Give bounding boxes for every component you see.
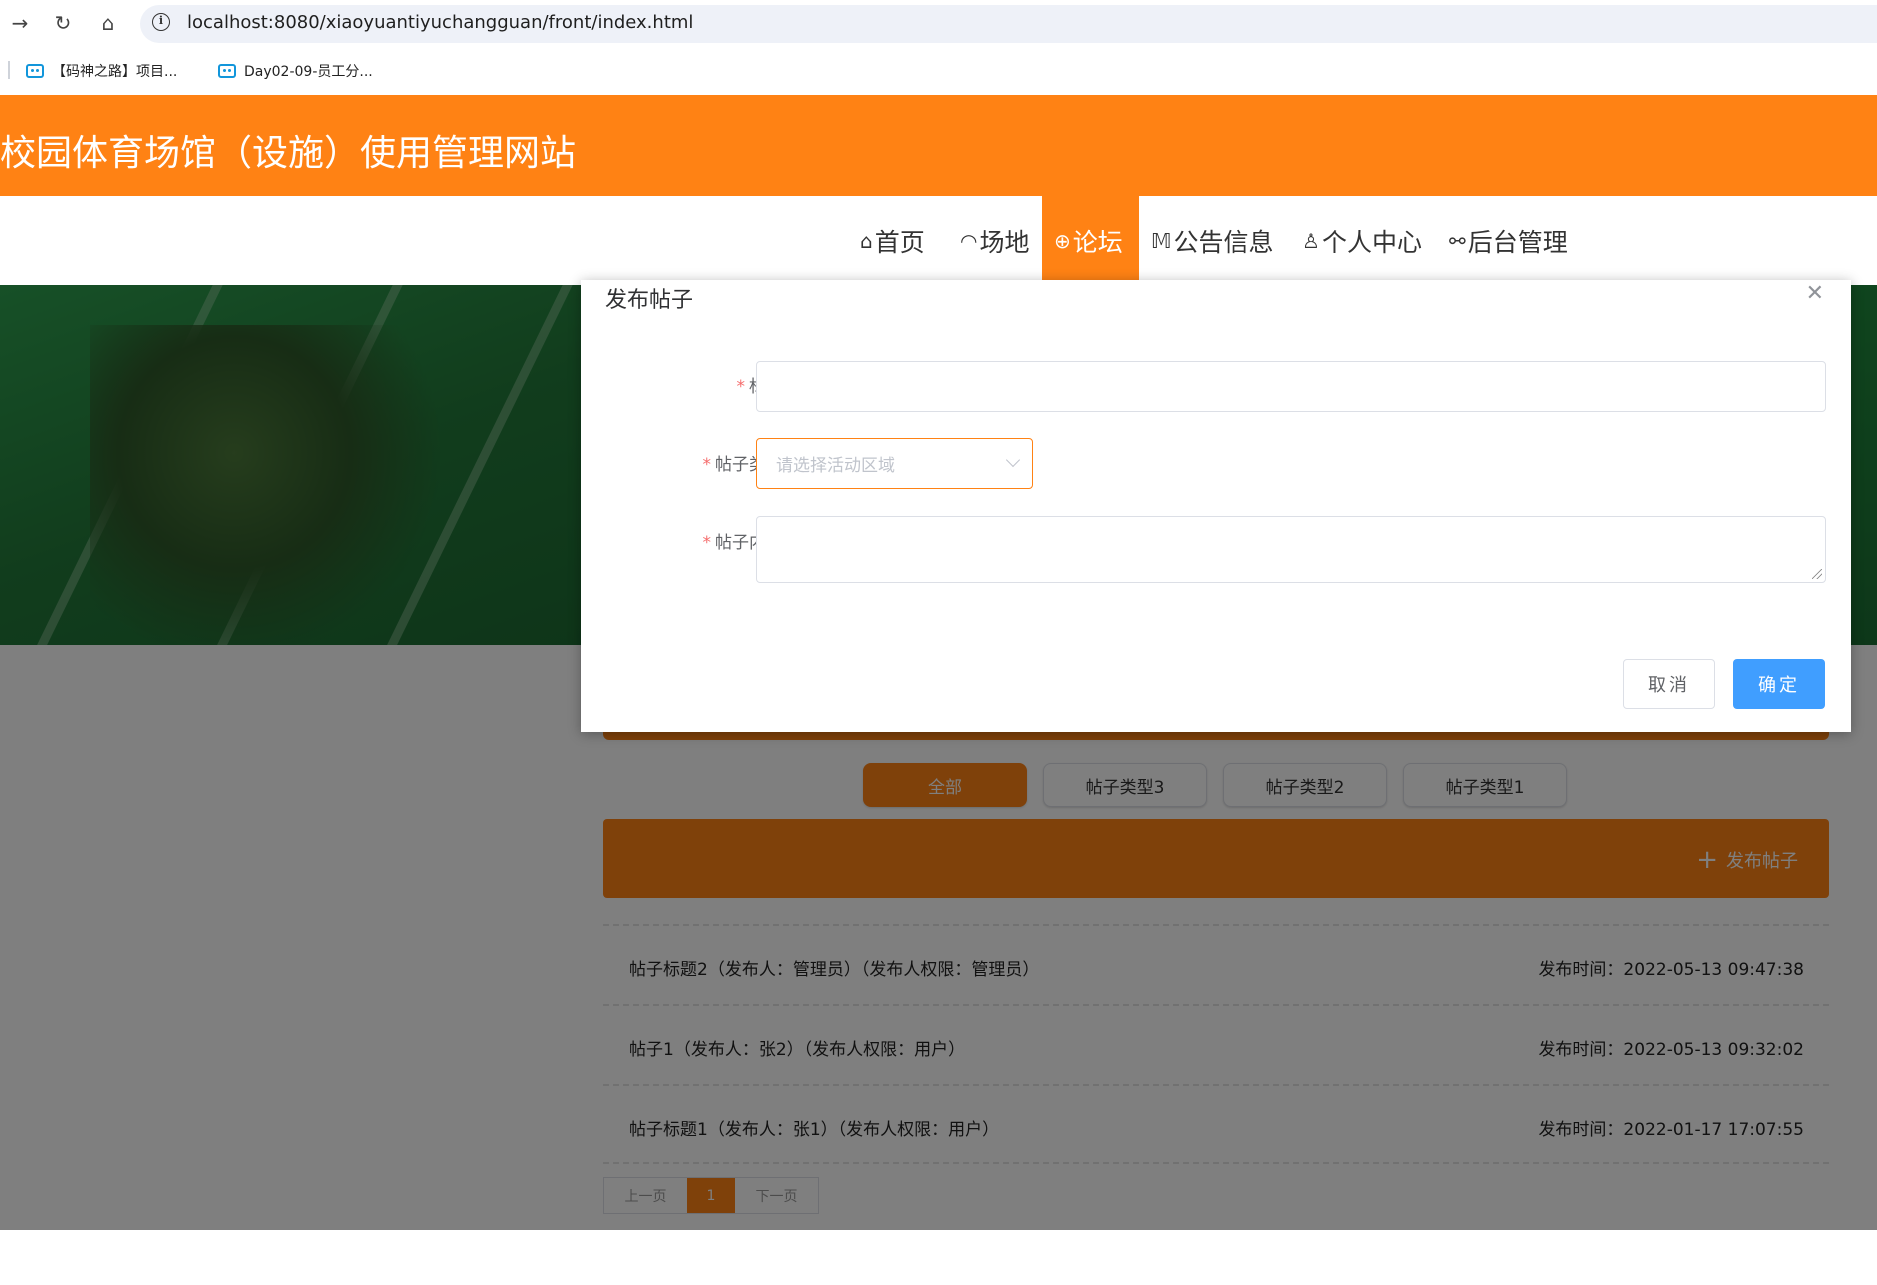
book-icon: 𝕄 — [1151, 228, 1172, 253]
reload-icon[interactable]: ↻ — [50, 10, 76, 36]
site-info-icon[interactable]: i — [152, 13, 170, 31]
url-text[interactable]: localhost:8080/xiaoyuantiyuchangguan/fro… — [187, 12, 693, 33]
nav-label: 场地 — [979, 227, 1030, 257]
bookmark-item[interactable]: Day02-09-员工分... — [218, 61, 373, 81]
bookmarks-bar: 【码神之路】项目... Day02-09-员工分... — [0, 47, 1877, 95]
confirm-button[interactable]: 确定 — [1733, 659, 1825, 709]
publish-post-dialog: 发布帖子 ✕ *标题 *帖子类型 请选择活动区域 *帖子内容 取消 确定 — [581, 280, 1851, 732]
back-icon[interactable]: → — [7, 10, 33, 36]
globe-icon: ⊕ — [1054, 228, 1071, 253]
nav-label: 首页 — [874, 227, 925, 257]
required-mark: * — [702, 533, 712, 553]
nav-item-home[interactable]: ⌂ 首页 — [860, 196, 925, 285]
home-icon: ⌂ — [860, 228, 873, 253]
bookmark-item[interactable]: 【码神之路】项目... — [26, 61, 177, 81]
home-button-icon[interactable]: ⌂ — [95, 10, 121, 36]
bookmarks-separator — [8, 61, 10, 79]
close-icon[interactable]: ✕ — [1806, 281, 1824, 306]
title-input[interactable] — [756, 361, 1826, 412]
nav-label: 后台管理 — [1467, 227, 1568, 257]
cancel-button[interactable]: 取消 — [1623, 659, 1715, 709]
nav-item-admin[interactable]: ⚯ 后台管理 — [1449, 196, 1568, 285]
chevron-down-icon — [1005, 452, 1021, 468]
main-nav — [0, 196, 1877, 285]
link-icon: ⚯ — [1449, 228, 1466, 253]
nav-item-profile[interactable]: ♙ 个人中心 — [1302, 196, 1422, 285]
dialog-title: 发布帖子 — [605, 288, 694, 313]
nav-item-notice[interactable]: 𝕄 公告信息 — [1151, 196, 1274, 285]
browser-toolbar: → ↻ ⌂ i localhost:8080/xiaoyuantiyuchang… — [0, 0, 1877, 47]
bookmark-label: Day02-09-员工分... — [244, 64, 373, 80]
bilibili-icon — [218, 64, 236, 78]
post-type-select[interactable]: 请选择活动区域 — [756, 438, 1033, 489]
bilibili-icon — [26, 64, 44, 78]
nav-label: 公告信息 — [1173, 227, 1274, 257]
site-title: 校园体育场馆（设施）使用管理网站 — [0, 133, 577, 174]
gauge-icon: ◠ — [960, 228, 978, 253]
nav-label: 个人中心 — [1321, 227, 1422, 257]
bookmark-label: 【码神之路】项目... — [52, 64, 178, 80]
content-textarea[interactable] — [756, 516, 1826, 583]
nav-item-forum[interactable]: ⊕ 论坛 — [1042, 196, 1139, 285]
user-icon: ♙ — [1302, 228, 1320, 253]
nav-label: 论坛 — [1072, 227, 1123, 257]
required-mark: * — [702, 455, 712, 475]
resize-handle-icon[interactable] — [1812, 569, 1822, 579]
select-placeholder: 请选择活动区域 — [776, 456, 895, 476]
nav-item-venue[interactable]: ◠ 场地 — [960, 196, 1029, 285]
required-mark: * — [736, 377, 746, 397]
